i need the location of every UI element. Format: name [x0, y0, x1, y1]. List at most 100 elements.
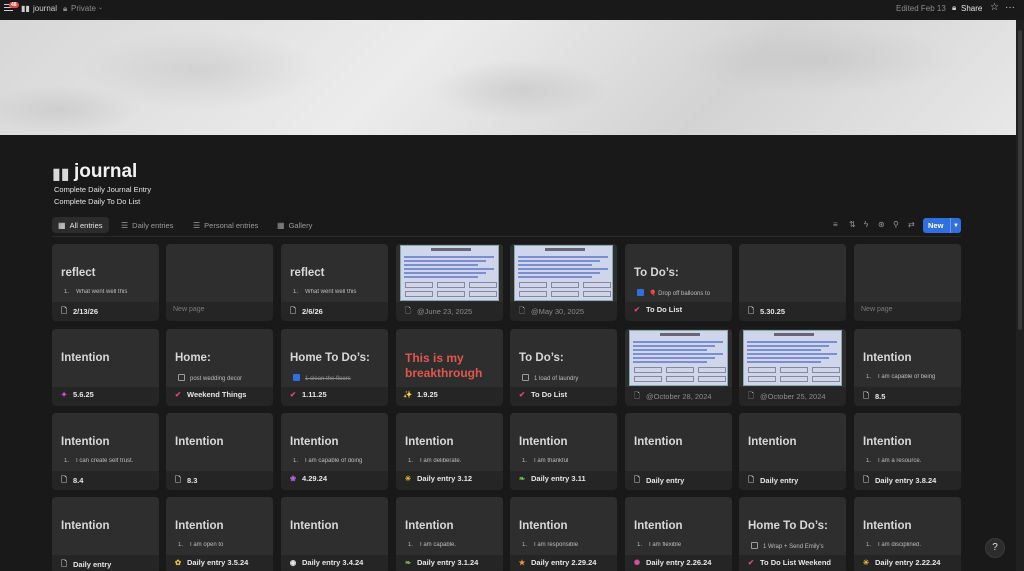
- card-title[interactable]: ✔ To Do List: [517, 390, 567, 399]
- gallery-card[interactable]: Intention 🗋 Daily entry: [625, 413, 732, 490]
- page-description-line[interactable]: Complete Daily To Do List: [54, 197, 140, 206]
- gallery-card[interactable]: Intention 🗋 8.3: [166, 413, 273, 490]
- card-title[interactable]: ✿ Daily entry 3.5.24: [173, 558, 248, 567]
- new-button[interactable]: New ▼: [923, 218, 961, 233]
- gallery-card[interactable]: 🗋 @October 28, 2024: [625, 329, 732, 406]
- card-title[interactable]: ◉ Daily entry 3.4.24: [288, 558, 364, 567]
- gallery-card[interactable]: Intention ✦ 5.6.25: [52, 329, 159, 406]
- card-title[interactable]: 🗋 2/13/26: [59, 305, 98, 318]
- gallery-card[interactable]: Intention 1. I am responsible ★ Daily entry …: [510, 497, 617, 571]
- gallery-card[interactable]: Intention 1. I am thankful ❧ Daily entry 3.1…: [510, 413, 617, 490]
- card-title[interactable]: 🗋 Daily entry: [632, 474, 684, 487]
- automation-icon[interactable]: ϟ: [864, 220, 868, 229]
- card-title[interactable]: 🗋 @October 25, 2024: [746, 390, 826, 403]
- card-title[interactable]: ✔ To Do List: [632, 305, 682, 314]
- list-number: 1.: [408, 458, 414, 464]
- card-title[interactable]: 🗋 @October 28, 2024: [632, 390, 712, 403]
- card-title[interactable]: 🗋 2/6/26: [288, 305, 323, 318]
- card-title[interactable]: ✔ Weekend Things: [173, 390, 247, 399]
- page-icon: 🗋: [404, 306, 412, 315]
- gallery-card[interactable]: Intention 1. I am open to ✿ Daily entry 3.5.…: [166, 497, 273, 571]
- card-title[interactable]: 🗋 @June 23, 2025: [403, 305, 472, 318]
- gallery-card[interactable]: Home To Do’s: 1 clean the floors ✔ 1.11.25: [281, 329, 388, 406]
- card-title[interactable]: ❀ 4.29.24: [288, 474, 327, 483]
- list-number: 1.: [866, 458, 872, 464]
- gallery-card[interactable]: Intention 1. I am deliberate. ☀ Daily entry …: [396, 413, 503, 490]
- gallery-card[interactable]: 🗋 5.30.25: [739, 244, 846, 321]
- visibility-label[interactable]: Private: [71, 4, 96, 13]
- tab-personal-entries[interactable]: ☰ Personal entries: [187, 217, 264, 233]
- card-title[interactable]: ❧ Daily entry 3.1.24: [403, 558, 478, 567]
- page-cover[interactable]: [0, 20, 1016, 135]
- tab-daily-entries[interactable]: ☰ Daily entries: [115, 217, 179, 233]
- gallery-card[interactable]: Intention 1. I am a resource. 🗋 Daily entry …: [854, 413, 961, 490]
- search-icon[interactable]: ⚲: [893, 220, 899, 229]
- card-heading: Intention: [634, 520, 683, 532]
- lock-icon: 🔒︎: [63, 4, 68, 13]
- card-title[interactable]: 🗋 8.4: [59, 474, 83, 487]
- help-button[interactable]: ?: [985, 538, 1005, 558]
- sort-icon[interactable]: ⇅: [849, 220, 856, 229]
- ai-search-icon[interactable]: ⊛: [878, 220, 885, 229]
- gallery-card[interactable]: 🗋 @May 30, 2025: [510, 244, 617, 321]
- gallery-card[interactable]: reflect 1. What went well this 🗋 2/6/26: [281, 244, 388, 321]
- gallery-card[interactable]: New page: [166, 244, 273, 321]
- page-description-line[interactable]: Complete Daily Journal Entry: [54, 185, 151, 194]
- chevron-down-icon[interactable]: ▼: [951, 223, 959, 229]
- card-title[interactable]: 🗋 @May 30, 2025: [517, 305, 584, 318]
- gallery-card[interactable]: Intention 1. I am disciplined. ☀ Daily entry…: [854, 497, 961, 571]
- favorite-star-icon[interactable]: ☆: [990, 2, 999, 13]
- filter-icon[interactable]: ≡: [833, 220, 838, 229]
- card-title[interactable]: ❧ Daily entry 3.11: [517, 474, 586, 483]
- tab-all-entries[interactable]: ▦ All entries: [52, 217, 109, 233]
- card-title[interactable]: 🗋 8.3: [173, 474, 197, 487]
- gallery-card[interactable]: 🗋 @June 23, 2025: [396, 244, 503, 321]
- scrollbar-thumb[interactable]: [1018, 30, 1022, 330]
- chevron-down-icon[interactable]: ⌄: [98, 4, 103, 11]
- card-title[interactable]: 🗋 8.5: [861, 390, 885, 403]
- card-title[interactable]: ★ Daily entry 2.29.24: [517, 558, 597, 567]
- settings-sliders-icon[interactable]: ⇄: [908, 220, 915, 229]
- card-heading: Home:: [175, 352, 211, 364]
- card-title[interactable]: ✔ To Do List Weekend: [746, 558, 831, 567]
- gallery-card[interactable]: Intention 🗋 Daily entry: [52, 497, 159, 571]
- gallery-card[interactable]: To Do’s: 🎈 Drop off balloons to ✔ To Do Lis…: [625, 244, 732, 321]
- card-title[interactable]: ✔ 1.11.25: [288, 390, 327, 399]
- card-title[interactable]: 🗋 Daily entry: [746, 474, 798, 487]
- gallery-card[interactable]: Intention ◉ Daily entry 3.4.24: [281, 497, 388, 571]
- card-title[interactable]: 🗋 Daily entry: [59, 558, 111, 571]
- gallery-card[interactable]: Intention 1. I am flexible ✺ Daily entry 2.2…: [625, 497, 732, 571]
- gallery-card[interactable]: To Do’s: 1 load of laundry ✔ To Do List: [510, 329, 617, 406]
- breadcrumb-page[interactable]: journal: [33, 4, 57, 13]
- card-title[interactable]: 🗋 Daily entry 3.8.24: [861, 474, 936, 487]
- card-title[interactable]: ✨ 1.9.25: [403, 390, 438, 399]
- gallery-card[interactable]: 🗋 @October 25, 2024: [739, 329, 846, 406]
- more-options-icon[interactable]: ···: [1005, 2, 1015, 13]
- new-page-placeholder[interactable]: New page: [173, 306, 205, 313]
- gallery-card[interactable]: Intention 1. I am capable. ❧ Daily entry 3.1…: [396, 497, 503, 571]
- card-title[interactable]: 🗋 5.30.25: [746, 305, 785, 318]
- gallery-card[interactable]: Intention 1. I am capable of doing ❀ 4.29.24: [281, 413, 388, 490]
- gallery-card[interactable]: reflect 1. What went well this 🗋 2/13/26: [52, 244, 159, 321]
- gallery-card[interactable]: Home: post wedding decor ✔ Weekend Things: [166, 329, 273, 406]
- book-icon[interactable]: ▮▮: [52, 164, 70, 184]
- new-page-placeholder[interactable]: New page: [861, 306, 893, 313]
- gallery-card[interactable]: This is my breakthrough ✨ 1.9.25: [396, 329, 503, 406]
- gallery-card[interactable]: Home To Do’s: 1 Wrap + Send Emily’s ✔ To Do…: [739, 497, 846, 571]
- list-number: 1.: [522, 542, 528, 548]
- gallery-card[interactable]: Intention 1. I can create self trust. 🗋 8.4: [52, 413, 159, 490]
- card-title[interactable]: ☀ Daily entry 2.22.24: [861, 558, 941, 567]
- card-title[interactable]: ✺ Daily entry 2.26.24: [632, 558, 712, 567]
- gallery-card[interactable]: Intention 🗋 Daily entry: [739, 413, 846, 490]
- card-title-text: Daily entry 3.1.24: [417, 558, 479, 567]
- gallery-card[interactable]: Intention 1. I am capable of being 🗋 8.5: [854, 329, 961, 406]
- card-title[interactable]: ☀ Daily entry 3.12: [403, 474, 472, 483]
- card-title[interactable]: ✦ 5.6.25: [59, 390, 94, 399]
- gallery-card[interactable]: New page: [854, 244, 961, 321]
- tab-gallery[interactable]: ▦ Gallery: [271, 217, 318, 233]
- notification-badge[interactable]: 48: [9, 2, 19, 8]
- checkbox-checked-icon: [637, 289, 644, 296]
- share-button[interactable]: Share: [961, 4, 982, 13]
- page-title[interactable]: journal: [74, 161, 137, 183]
- card-preview: Intention 1. I am flexible: [625, 497, 732, 555]
